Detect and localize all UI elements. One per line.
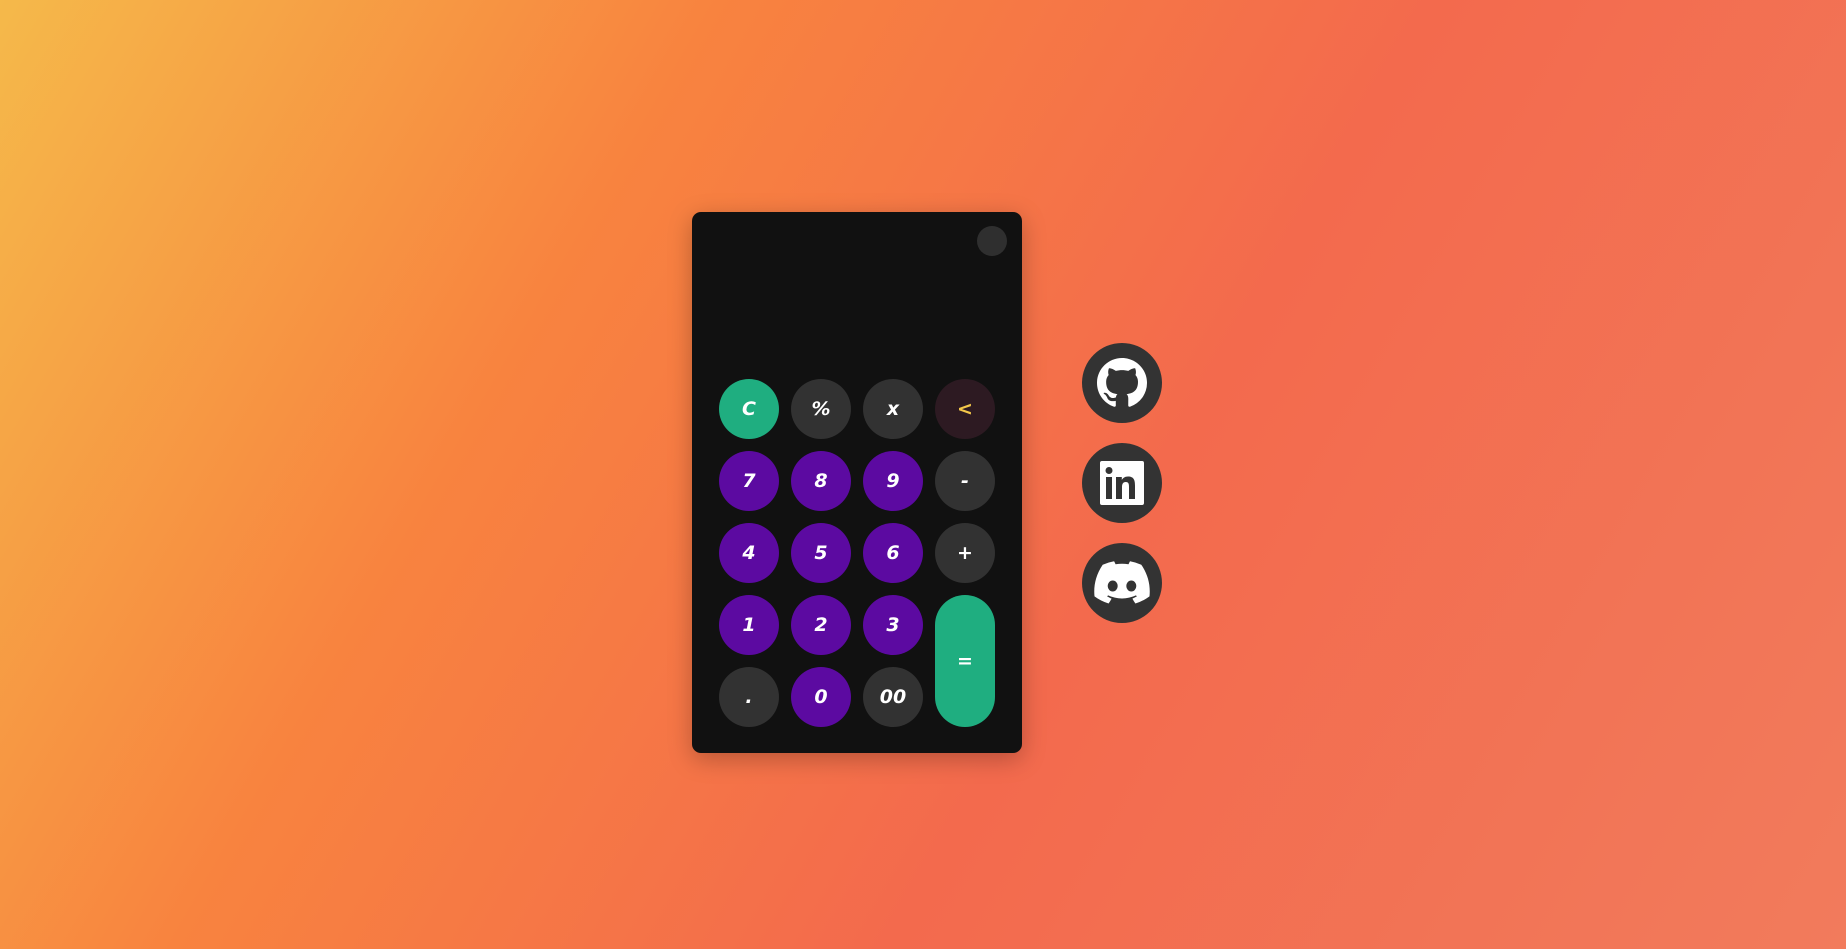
discord-link[interactable] (1082, 543, 1162, 623)
linkedin-icon (1100, 461, 1144, 505)
double-zero-button[interactable]: 00 (863, 667, 923, 727)
add-button[interactable]: + (935, 523, 995, 583)
digit-5-button[interactable]: 5 (791, 523, 851, 583)
digit-3-button[interactable]: 3 (863, 595, 923, 655)
subtract-button[interactable]: - (935, 451, 995, 511)
digit-7-button[interactable]: 7 (719, 451, 779, 511)
keypad: C% x <7 8 9-4 5 6 +1 2 3 =. 0 00 (719, 379, 995, 727)
digit-0-button[interactable]: 0 (791, 667, 851, 727)
digit-1-button[interactable]: 1 (719, 595, 779, 655)
percent-button[interactable]: % (791, 379, 851, 439)
equals-button[interactable]: = (935, 595, 995, 727)
clear-button[interactable]: C (719, 379, 779, 439)
discord-icon (1094, 561, 1150, 605)
digit-9-button[interactable]: 9 (863, 451, 923, 511)
linkedin-link[interactable] (1082, 443, 1162, 523)
theme-toggle-button[interactable] (977, 226, 1007, 256)
calculator: C% x <7 8 9-4 5 6 +1 2 3 =. 0 00 (692, 212, 1022, 753)
digit-2-button[interactable]: 2 (791, 595, 851, 655)
github-link[interactable] (1082, 343, 1162, 423)
social-links (1082, 343, 1162, 643)
multiply-button[interactable]: x (863, 379, 923, 439)
digit-8-button[interactable]: 8 (791, 451, 851, 511)
decimal-button[interactable]: . (719, 667, 779, 727)
github-icon (1097, 358, 1147, 408)
digit-6-button[interactable]: 6 (863, 523, 923, 583)
digit-4-button[interactable]: 4 (719, 523, 779, 583)
backspace-button[interactable]: < (935, 379, 995, 439)
calculator-display (716, 272, 998, 352)
